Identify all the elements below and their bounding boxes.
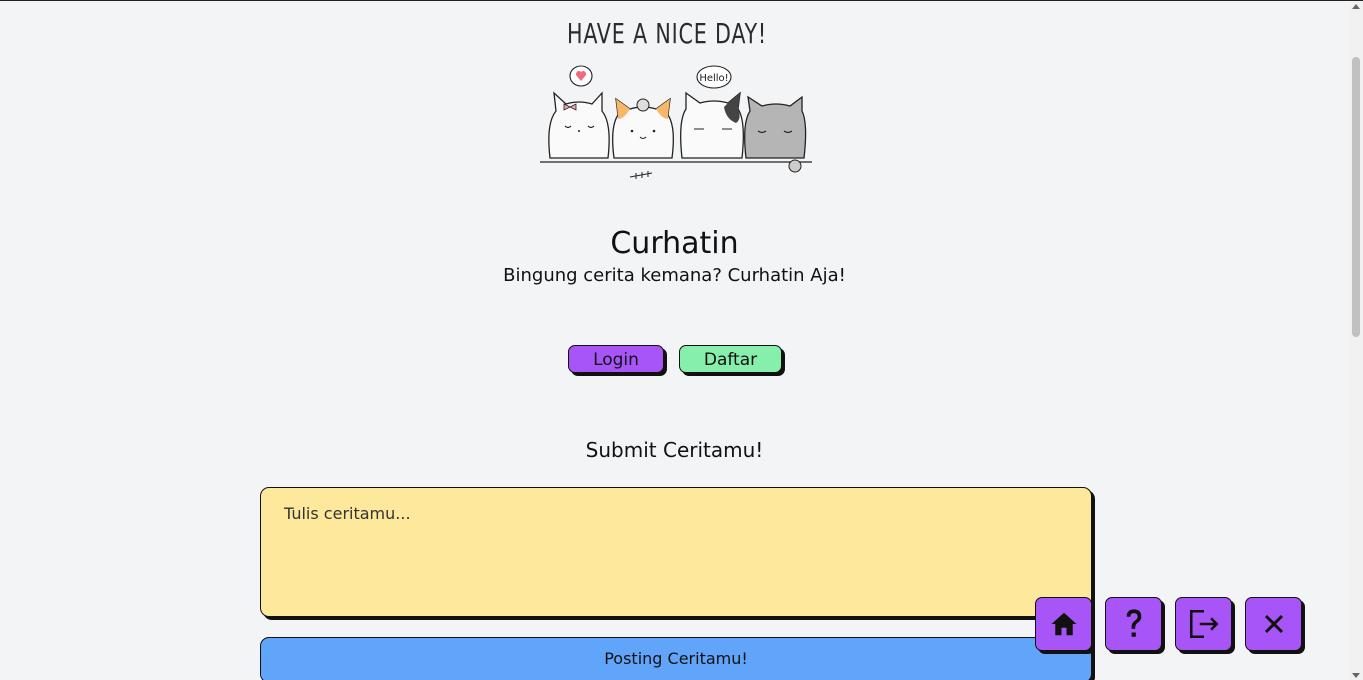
logout-icon xyxy=(1189,609,1219,639)
submit-section-title: Submit Ceritamu! xyxy=(585,438,764,462)
speech-bubble-text: Hello! xyxy=(699,73,728,84)
scrollbar-thumb[interactable] xyxy=(1352,57,1360,337)
register-button[interactable]: Daftar xyxy=(679,345,782,373)
scroll-down-arrow-icon[interactable] xyxy=(1352,673,1360,678)
page-title: Curhatin xyxy=(610,226,739,261)
close-button[interactable] xyxy=(1245,597,1302,651)
help-button[interactable] xyxy=(1105,597,1162,651)
scroll-up-arrow-icon[interactable] xyxy=(1352,4,1360,9)
story-textarea[interactable]: Tulis ceritamu... xyxy=(260,487,1092,617)
story-placeholder: Tulis ceritamu... xyxy=(284,504,411,523)
post-story-button[interactable]: Posting Ceritamu! xyxy=(260,637,1092,680)
home-icon xyxy=(1051,612,1076,636)
banner-illustration: HAVE A NICE DAY! Hello! xyxy=(536,11,816,189)
vertical-scrollbar[interactable] xyxy=(1349,1,1363,680)
logout-button[interactable] xyxy=(1175,597,1232,651)
close-icon xyxy=(1264,614,1283,634)
page-subtitle: Bingung cerita kemana? Curhatin Aja! xyxy=(503,265,846,286)
help-icon xyxy=(1126,609,1141,637)
page: HAVE A NICE DAY! Hello! Curhatin Bingung… xyxy=(0,0,1363,680)
login-button[interactable]: Login xyxy=(568,345,664,373)
cats-illustration: Hello! xyxy=(540,65,812,179)
home-button[interactable] xyxy=(1035,597,1092,651)
